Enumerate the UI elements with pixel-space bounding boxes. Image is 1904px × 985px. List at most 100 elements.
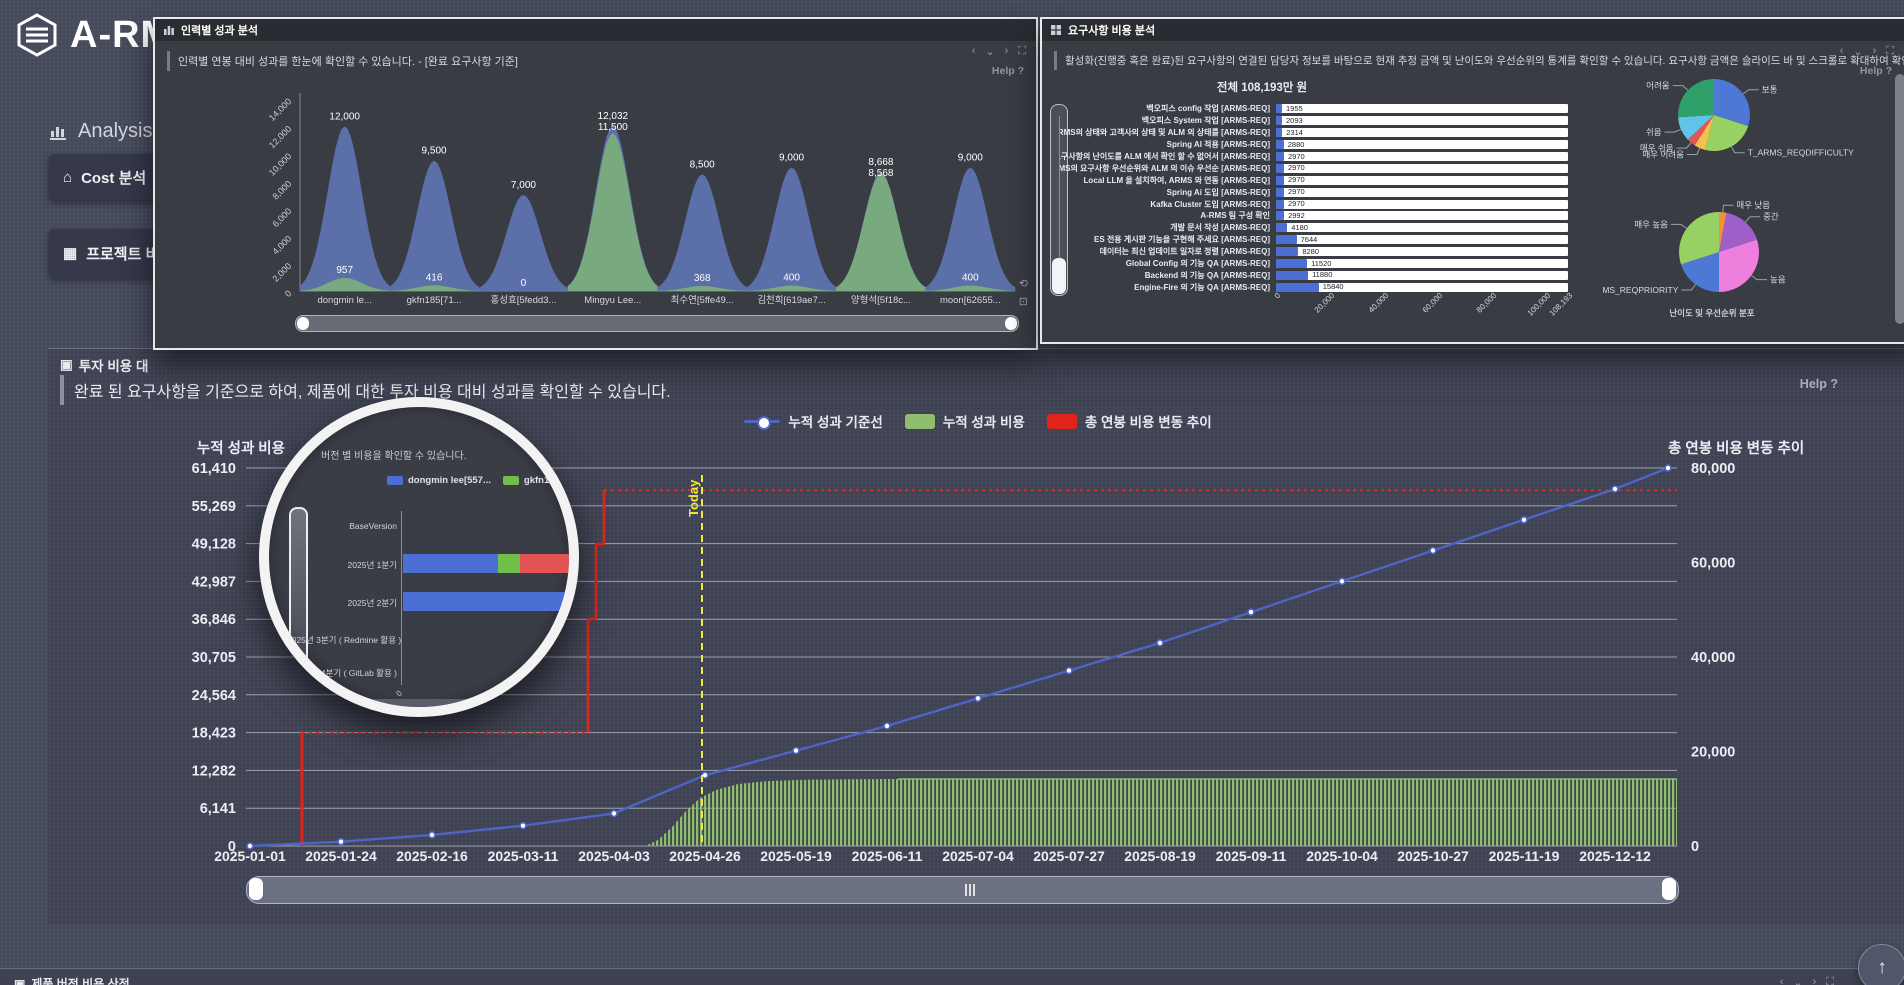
requirement-bar-row[interactable]: [ARMS-REQ] Spring AI 적용2880	[1060, 139, 1568, 151]
person-bell-group[interactable]: 7,0000홍성효[5fedd3...	[478, 180, 568, 306]
scrollbar-handle-right[interactable]	[1662, 878, 1676, 900]
scroll-top-button[interactable]: ↑	[1858, 944, 1904, 985]
requirement-bar-row[interactable]: [ARMS-REQ] Backend 의 기능 QA11880	[1060, 269, 1568, 281]
personnel-chart-scrollbar[interactable]	[295, 315, 1019, 332]
chevron-left-icon[interactable]: ‹	[1780, 976, 1784, 985]
bar-track: 2970	[1276, 176, 1568, 185]
requirement-panel-header[interactable]: 요구사항 비용 분석	[1042, 19, 1904, 41]
magnifier-vertical-slider[interactable]	[289, 507, 308, 671]
chevron-down-icon[interactable]: ⌄	[1793, 976, 1802, 985]
app-root: A-RMS Analysis ⌂ Cost 분석 ▦ 프로젝트 비 ▣ 투자 비…	[0, 0, 1904, 985]
up-arrow-icon: ↑	[1877, 957, 1887, 979]
data-point-dot[interactable]	[884, 723, 890, 729]
scrollbar-handle-left[interactable]	[297, 317, 309, 330]
chevron-left-icon[interactable]: ‹	[972, 45, 976, 58]
person-bell-group[interactable]: 8,500368최수연[5ffe49...	[657, 159, 747, 306]
requirement-bar-row[interactable]: [ARMS-REQ] 데이터는 최신 업데이트 일자로 정렬8280	[1060, 246, 1568, 258]
magnifier-scroll-track[interactable]	[299, 699, 539, 707]
restore-icon[interactable]: ⟲	[1019, 277, 1028, 290]
x-axis-category-label: moon[62655...	[940, 295, 1001, 306]
chevron-down-icon[interactable]: ⌄	[985, 45, 994, 58]
cumulative-perf-cost-area[interactable]	[645, 779, 1677, 846]
scrollbar-grip[interactable]	[963, 884, 977, 896]
requirement-bar-row[interactable]: [ARMS-REQ] 개발 문서 작성4180	[1060, 222, 1568, 234]
pie-slice-label: 높음	[1770, 275, 1786, 285]
help-link[interactable]: Help ?	[992, 65, 1024, 77]
requirement-bar-row[interactable]: [ARMS-REQ] Local LLM 을 설치하여, ARMS 와 연동29…	[1060, 174, 1568, 186]
data-point-dot[interactable]	[611, 810, 617, 816]
sidebar-item-label: Cost 분석	[81, 167, 146, 188]
scrollbar-handle-right[interactable]	[1005, 317, 1017, 330]
requirement-bar-row[interactable]: [ARMS-REQ] ARMS의 상태와 고객사의 상태 및 ALM 의 상태를…	[1060, 127, 1568, 139]
person-bell-group[interactable]: 9,000400김천희[619ae7...	[747, 153, 837, 306]
expand-icon[interactable]: ⛶	[1018, 45, 1026, 58]
chevron-right-icon[interactable]: ›	[1873, 45, 1877, 58]
person-bell-group[interactable]: 12,03211,500Mingyu Lee...	[568, 111, 658, 306]
bar-fill	[1276, 128, 1282, 137]
sidebar-section-label: Analysis	[78, 120, 152, 143]
requirement-bar-row[interactable]: [ARMS-REQ] 요구사항의 난이도를 ALM 에서 확인 할 수 없어서.…	[1060, 151, 1568, 163]
person-bell-group[interactable]: 9,500416gkfn185[71...	[389, 146, 479, 306]
frame-icon[interactable]: ⊡	[1019, 295, 1028, 308]
requirement-pie-charts[interactable]: 보통T_ARMS_REQDIFFICULTY매우 어려움매우 쉬움쉬움어려움매우…	[1602, 49, 1902, 339]
requirement-bar-row[interactable]: [ARMS-REQ] ARMS의 요구사항 우선순위와 ALM 의 이슈 우선순…	[1060, 162, 1568, 174]
data-point-dot[interactable]	[793, 748, 799, 754]
data-point-dot[interactable]	[1665, 465, 1671, 471]
magnifier-stacked-bar[interactable]	[403, 554, 569, 573]
expand-icon[interactable]: ⛶	[1886, 45, 1894, 58]
difficulty-pie-slice[interactable]	[1678, 79, 1714, 117]
requirement-bar-row[interactable]: [ARMS-REQ] Global Config 의 기능 QA11520	[1060, 258, 1568, 270]
help-link[interactable]: Help ?	[1860, 65, 1892, 77]
data-point-dot[interactable]	[1248, 609, 1254, 615]
requirement-bar-row[interactable]: [ARMS-REQ] ES 전용 게시판 기능을 구현해 주세요7644	[1060, 234, 1568, 246]
data-point-dot[interactable]	[975, 695, 981, 701]
requirement-bar-chart[interactable]: [ARMS-REQ] 백오피스 config 작업1955[ARMS-REQ] …	[1060, 103, 1568, 293]
requirement-panel-title: 요구사항 비용 분석	[1068, 22, 1155, 38]
data-point-dot[interactable]	[338, 839, 344, 845]
requirement-bar-row[interactable]: [ARMS-REQ] Kafka Cluster 도입2970	[1060, 198, 1568, 210]
panel-controls: ‹ ⌄ › ⛶	[1780, 976, 1834, 985]
x-axis-tick-label: 2025-11-19	[1489, 848, 1560, 864]
data-point-dot[interactable]	[1066, 668, 1072, 674]
data-point-dot[interactable]	[1612, 486, 1618, 492]
magnifier-overlay[interactable]: 버전 별 비용을 확인할 수 있습니다. dongmin lee[557...g…	[259, 397, 579, 717]
requirement-bar-row[interactable]: A-RMS 팀 구성 확인2992	[1060, 210, 1568, 222]
sidebar-section-analysis: Analysis	[49, 120, 152, 143]
data-point-dot[interactable]	[1339, 578, 1345, 584]
left-axis-tick-label: 12,282	[192, 763, 236, 779]
data-point-dot[interactable]	[1521, 517, 1527, 523]
data-point-dot[interactable]	[247, 843, 253, 849]
y-axis-tick-label: 14,000	[267, 96, 294, 123]
right-axis-tick-label: 0	[1691, 839, 1699, 855]
requirement-label: [ARMS-REQ] Kafka Cluster 도입	[1060, 199, 1270, 210]
chevron-right-icon[interactable]: ›	[1005, 45, 1009, 58]
scrollbar-handle-left[interactable]	[249, 878, 263, 900]
chevron-left-icon[interactable]: ‹	[1840, 45, 1844, 58]
requirement-label: [ARMS-REQ] Spring Ai 도입	[1060, 187, 1270, 198]
chevron-right-icon[interactable]: ›	[1813, 976, 1817, 985]
requirement-bar-row[interactable]: [ARMS-REQ] 백오피스 config 작업1955	[1060, 103, 1568, 115]
requirement-label: [ARMS-REQ] Backend 의 기능 QA	[1060, 270, 1270, 281]
magnifier-legend-item[interactable]: gkfn185[712020...	[503, 473, 569, 487]
legend-label: gkfn185[712020...	[524, 475, 569, 486]
x-axis-tick-label: 2025-08-19	[1124, 848, 1196, 864]
bar-value-label: 2970	[1288, 163, 1305, 172]
data-point-dot[interactable]	[520, 823, 526, 829]
magnifier-legend-item[interactable]: dongmin lee[557...	[387, 473, 491, 487]
person-bell-group[interactable]: 12,000957dongmin le...	[300, 111, 390, 306]
requirement-panel-scrollbar[interactable]	[1895, 74, 1904, 324]
magnifier-stacked-bar[interactable]	[403, 592, 569, 611]
requirement-bar-row[interactable]: [ARMS-REQ] 백오피스 System 작업2093	[1060, 115, 1568, 127]
requirement-bar-row[interactable]: [ARMS-REQ] Spring Ai 도입2970	[1060, 186, 1568, 198]
expand-icon[interactable]: ⛶	[1826, 976, 1834, 985]
chevron-down-icon[interactable]: ⌄	[1853, 45, 1862, 58]
data-point-dot[interactable]	[1430, 548, 1436, 554]
bar-fill	[1276, 247, 1298, 256]
bar-track: 11520	[1276, 259, 1568, 268]
data-point-dot[interactable]	[1157, 640, 1163, 646]
chart-x-zoom-scrollbar[interactable]	[246, 876, 1679, 904]
person-bell-group[interactable]: 9,000400moon[62655...	[925, 153, 1015, 306]
data-point-dot[interactable]	[429, 832, 435, 838]
personnel-panel-header[interactable]: 인력별 성과 분석	[155, 19, 1036, 41]
person-bell-group[interactable]: 8,6688,568양형석[5f18c...	[836, 157, 926, 306]
